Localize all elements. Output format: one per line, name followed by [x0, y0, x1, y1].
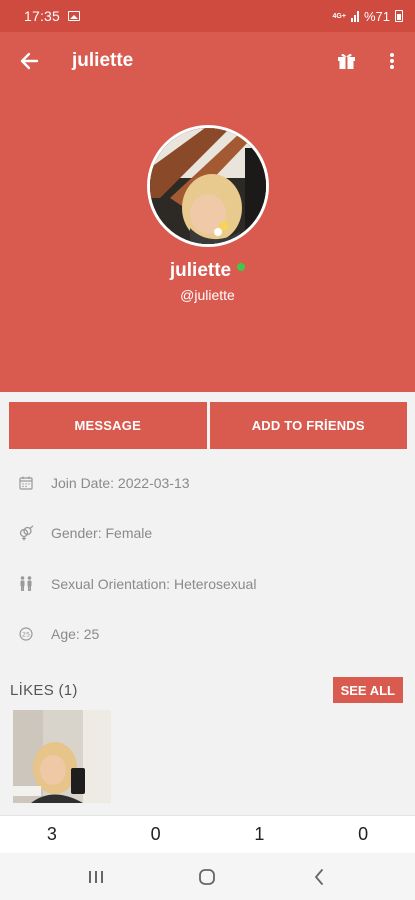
gift-button[interactable] — [323, 32, 369, 90]
svg-text:25: 25 — [22, 631, 30, 639]
info-join-date: Join Date: 2022-03-13 — [0, 458, 415, 508]
likes-label: LİKES (1) — [10, 681, 78, 699]
stat-value[interactable]: 1 — [208, 824, 312, 845]
profile-handle: @juliette — [180, 287, 235, 303]
avatar-photo — [150, 128, 266, 244]
avatar[interactable] — [147, 125, 269, 247]
back-button[interactable] — [0, 32, 58, 90]
message-button[interactable]: MESSAGE — [9, 402, 207, 449]
system-navigation-bar — [0, 853, 415, 900]
more-options-button[interactable] — [369, 32, 415, 90]
profile-actions: MESSAGE ADD TO FRİENDS — [9, 402, 407, 449]
see-all-button[interactable]: SEE ALL — [332, 677, 403, 703]
liked-photo — [13, 710, 111, 803]
recent-apps-icon — [88, 870, 103, 883]
app-bar: juliette — [0, 32, 415, 90]
likes-header: LİKES (1) SEE ALL — [10, 676, 403, 704]
page-title: juliette — [72, 50, 134, 71]
online-indicator — [237, 263, 246, 271]
status-bar: 17:35 4G+ %71 — [0, 0, 415, 32]
info-age: 25 Age: 25 — [0, 609, 415, 659]
info-orientation: Sexual Orientation: Heterosexual — [0, 559, 415, 609]
home-icon — [199, 868, 216, 885]
image-notification-icon — [68, 11, 81, 21]
info-text: Age: 25 — [51, 626, 100, 643]
battery-icon — [395, 10, 403, 22]
stat-value[interactable]: 0 — [311, 824, 415, 845]
profile-header: juliette @juliette — [0, 90, 415, 392]
back-nav-button[interactable] — [289, 857, 349, 897]
gender-icon — [18, 525, 34, 541]
age-icon: 25 — [18, 626, 34, 642]
profile-name: juliette — [169, 260, 232, 281]
liked-photo-thumbnail[interactable] — [13, 710, 111, 803]
info-text: Join Date: 2022-03-13 — [51, 475, 190, 492]
profile-info-list: Join Date: 2022-03-13 Gender: Female Sex… — [0, 458, 415, 659]
chevron-left-icon — [315, 868, 324, 885]
recent-apps-button[interactable] — [66, 857, 126, 897]
calendar-icon — [18, 475, 34, 491]
home-button[interactable] — [177, 857, 237, 897]
stats-bar: 3 0 1 0 — [0, 815, 415, 853]
couple-icon — [18, 576, 34, 592]
status-time: 17:35 — [24, 8, 61, 24]
info-text: Sexual Orientation: Heterosexual — [51, 575, 257, 592]
network-type: 4G+ — [332, 12, 346, 20]
stat-value[interactable]: 0 — [104, 824, 208, 845]
gift-icon — [337, 53, 355, 69]
add-to-friends-button[interactable]: ADD TO FRİENDS — [209, 402, 407, 449]
info-gender: Gender: Female — [0, 508, 415, 558]
signal-icon — [350, 10, 359, 22]
arrow-left-icon — [20, 52, 39, 70]
info-text: Gender: Female — [51, 525, 153, 542]
stat-value[interactable]: 3 — [0, 824, 104, 845]
battery-level: %71 — [363, 8, 390, 24]
more-vert-icon — [390, 53, 394, 69]
